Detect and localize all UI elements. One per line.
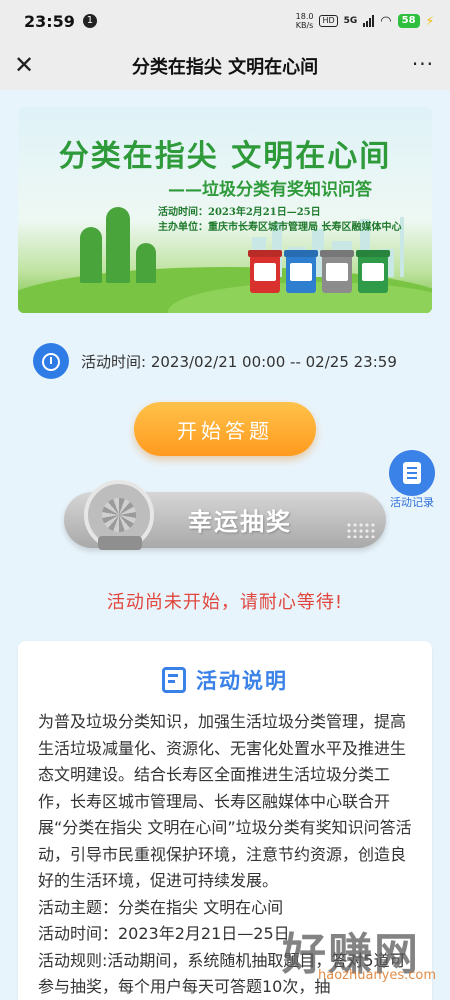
description-header: 活动说明 [18, 665, 432, 695]
hd-icon: HD [319, 15, 338, 27]
net-speed-value: 18.0 [295, 12, 314, 21]
battery-level: 58 [397, 14, 420, 28]
activity-time-row: 活动时间: 2023/02/21 00:00 -- 02/25 23:59 [33, 343, 397, 379]
more-icon[interactable]: ··· [412, 54, 434, 74]
document-icon [403, 462, 421, 484]
status-icons: 18.0 KB/s HD 5G ◠ 58 ⚡ [296, 12, 434, 30]
bin-blue [286, 255, 316, 293]
status-time: 23:59 [24, 11, 75, 31]
wifi-icon: ◠ [380, 13, 392, 29]
bin-gray [322, 255, 352, 293]
activity-records-button[interactable]: 活动记录 [383, 450, 441, 510]
event-banner: 分类在指尖 文明在心间 ——垃圾分类有奖知识问答 活动时间：2023年2月21日… [18, 107, 432, 313]
charging-icon: ⚡ [425, 14, 434, 28]
clock-icon [33, 343, 69, 379]
watermark-url: haozhuanyes.com [318, 968, 437, 983]
status-bar: 23:59 1 18.0 KB/s HD 5G ◠ 58 ⚡ [0, 0, 450, 42]
description-paragraph: 为普及垃圾分类知识，加强生活垃圾分类管理，提高生活垃圾减量化、资源化、无害化处置… [38, 712, 412, 890]
lucky-draw-label[interactable]: 幸运抽奖 [188, 502, 292, 537]
title-bar: ✕ 分类在指尖 文明在心间 ··· [0, 42, 450, 90]
network-type: 5G [343, 16, 358, 26]
net-speed: 18.0 KB/s [296, 12, 314, 30]
banner-host-line: 主办单位：重庆市长寿区城市管理局 长寿区融媒体中心 [158, 222, 402, 233]
banner-subtitle: ——垃圾分类有奖知识问答 [168, 180, 372, 200]
status-message: 活动尚未开始，请耐心等待! [106, 592, 344, 613]
page-title: 分类在指尖 文明在心间 [131, 57, 319, 78]
dots-decoration [346, 522, 376, 538]
bin-green [358, 255, 388, 293]
net-speed-unit: KB/s [295, 21, 314, 30]
recycle-bins [250, 255, 388, 293]
notification-badge: 1 [82, 14, 97, 28]
records-circle[interactable] [389, 450, 435, 496]
banner-time-line: 活动时间：2023年2月21日—25日 [158, 207, 321, 218]
description-title: 活动说明 [196, 669, 288, 693]
signal-icon [363, 15, 375, 27]
close-icon[interactable]: ✕ [12, 52, 36, 78]
banner-title: 分类在指尖 文明在心间 [58, 139, 392, 174]
records-label[interactable]: 活动记录 [383, 494, 441, 510]
document-icon [162, 667, 186, 693]
prize-wheel-icon [84, 480, 156, 552]
activity-time-text: 活动时间: 2023/02/21 00:00 -- 02/25 23:59 [81, 352, 397, 371]
start-quiz-button[interactable]: 开始答题 [134, 402, 316, 456]
banner-family-silhouette [78, 203, 168, 283]
bin-red [250, 255, 280, 293]
